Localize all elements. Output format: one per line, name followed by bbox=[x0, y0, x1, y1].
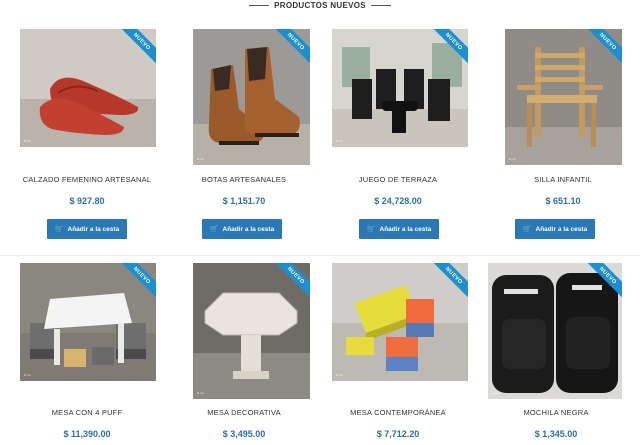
product-name[interactable]: MESA CONTEMPORÁNEA bbox=[320, 408, 476, 417]
new-badge: NUEVO bbox=[276, 29, 310, 63]
product-price: $ 24,728.00 bbox=[374, 196, 422, 206]
product-price: $ 7,712.20 bbox=[376, 429, 420, 439]
watermark-icon: ◘ ▪▪▪▪ bbox=[509, 157, 516, 161]
product-image[interactable]: ◘ ▪▪▪▪ NUEVO bbox=[488, 263, 622, 399]
product-price: $ 651.10 bbox=[545, 196, 581, 206]
product-price: $ 927.80 bbox=[69, 196, 105, 206]
new-badge: NUEVO bbox=[588, 29, 622, 63]
button-label: Añadir a la cesta bbox=[222, 225, 275, 233]
button-label: Añadir a la cesta bbox=[535, 225, 588, 233]
add-to-cart-button[interactable]: 🛒 Añadir a la cesta bbox=[47, 219, 127, 239]
watermark-icon: ◘ ▪▪▪▪ bbox=[24, 373, 31, 377]
watermark-icon: ◘ ▪▪▪▪ bbox=[336, 373, 343, 377]
product-price: $ 1,345.00 bbox=[534, 429, 578, 439]
product-name[interactable]: BOTAS ARTESANALES bbox=[166, 175, 322, 184]
cart-icon: 🛒 bbox=[522, 226, 532, 233]
watermark-icon: ◘ ▪▪▪▪ bbox=[24, 139, 31, 143]
new-badge: NUEVO bbox=[588, 263, 622, 297]
product-name[interactable]: MESA DECORATIVA bbox=[166, 408, 322, 417]
product-name[interactable]: MESA CON 4 PUFF bbox=[9, 408, 165, 417]
product-name[interactable]: SILLA INFANTIL bbox=[485, 175, 640, 184]
cart-icon: 🛒 bbox=[366, 226, 376, 233]
product-price: $ 1,151.70 bbox=[222, 196, 266, 206]
product-image[interactable]: ◘ ▪▪▪▪ NUEVO bbox=[505, 29, 622, 165]
product-image[interactable]: ◘ ▪▪▪▪ NUEVO bbox=[332, 263, 468, 381]
new-badge: NUEVO bbox=[122, 29, 156, 63]
product-image[interactable]: ◘ ▪▪▪▪ NUEVO bbox=[193, 263, 310, 399]
watermark-icon: ◘ ▪▪▪▪ bbox=[336, 139, 343, 143]
add-to-cart-button[interactable]: 🛒 Añadir a la cesta bbox=[359, 219, 439, 239]
product-image[interactable]: ◘ ▪▪▪▪ NUEVO bbox=[20, 29, 156, 147]
new-badge: NUEVO bbox=[276, 263, 310, 297]
new-badge: NUEVO bbox=[434, 263, 468, 297]
product-price: $ 3,495.00 bbox=[222, 429, 266, 439]
new-badge: NUEVO bbox=[434, 29, 468, 63]
button-label: Añadir a la cesta bbox=[67, 225, 120, 233]
add-to-cart-button[interactable]: 🛒 Añadir a la cesta bbox=[515, 219, 595, 239]
watermark-icon: ◘ ▪▪▪▪ bbox=[492, 391, 499, 395]
row-divider bbox=[0, 255, 640, 256]
cart-icon: 🛒 bbox=[54, 226, 64, 233]
cart-icon: 🛒 bbox=[209, 226, 219, 233]
product-name[interactable]: CALZADO FEMENINO ARTESANAL bbox=[9, 175, 165, 184]
watermark-icon: ◘ ▪▪▪▪ bbox=[197, 157, 204, 161]
button-label: Añadir a la cesta bbox=[379, 225, 432, 233]
product-name[interactable]: JUEGO DE TERRAZA bbox=[320, 175, 476, 184]
product-name[interactable]: MOCHILA NEGRA bbox=[478, 408, 634, 417]
new-badge: NUEVO bbox=[122, 263, 156, 297]
product-image[interactable]: ◘ ▪▪▪▪ NUEVO bbox=[20, 263, 156, 381]
product-image[interactable]: ◘ ▪▪▪▪ NUEVO bbox=[193, 29, 310, 165]
product-image[interactable]: ◘ ▪▪▪▪ NUEVO bbox=[332, 29, 468, 147]
watermark-icon: ◘ ▪▪▪▪ bbox=[197, 391, 204, 395]
product-price: $ 11,390.00 bbox=[63, 429, 111, 439]
product-grid: ◘ ▪▪▪▪ NUEVO CALZADO FEMENINO ARTESANAL … bbox=[0, 0, 640, 445]
add-to-cart-button[interactable]: 🛒 Añadir a la cesta bbox=[202, 219, 282, 239]
